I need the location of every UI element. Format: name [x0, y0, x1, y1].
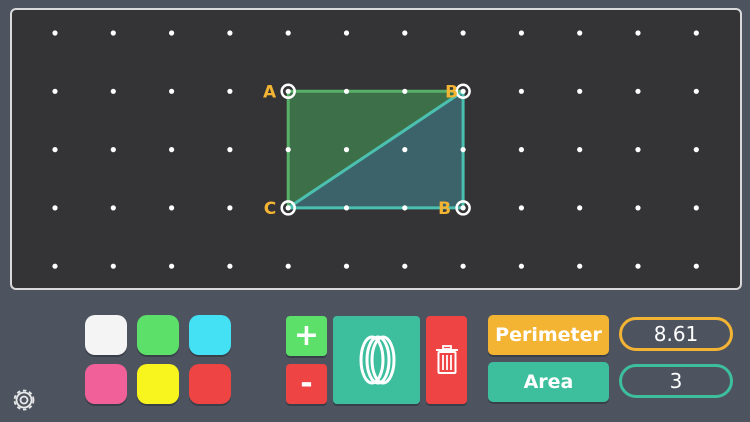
grid-peg[interactable] [285, 88, 291, 94]
area-value-display: 3 [619, 364, 733, 398]
vertex-label-A-top: A [263, 82, 277, 102]
grid-peg[interactable] [285, 147, 291, 153]
gear-icon [13, 389, 35, 411]
settings-button[interactable] [9, 385, 39, 415]
grid-peg[interactable] [110, 205, 116, 211]
grid-peg[interactable] [518, 30, 524, 36]
area-button[interactable]: Area [488, 362, 609, 402]
trash-icon [435, 345, 458, 374]
grid-peg[interactable] [52, 88, 58, 94]
grid-peg[interactable] [227, 205, 233, 211]
grid-peg[interactable] [635, 30, 641, 36]
rubber-band-button[interactable] [333, 316, 420, 404]
remove-band-button[interactable]: - [286, 364, 327, 404]
geoboard[interactable]: A B C B [10, 8, 742, 290]
grid-peg[interactable] [227, 147, 233, 153]
grid-peg[interactable] [343, 30, 350, 36]
area-value: 3 [669, 369, 683, 393]
grid-peg[interactable] [169, 205, 175, 211]
grid-peg[interactable] [52, 30, 58, 36]
grid-peg[interactable] [285, 263, 291, 269]
grid-peg[interactable] [110, 263, 116, 269]
grid-peg[interactable] [169, 147, 175, 153]
grid-peg[interactable] [402, 263, 408, 269]
color-swatch-green[interactable] [137, 315, 179, 355]
grid-peg[interactable] [693, 88, 699, 94]
grid-peg[interactable] [402, 205, 408, 211]
geoboard-canvas[interactable]: A B C B [12, 10, 740, 288]
perimeter-label: Perimeter [495, 324, 602, 346]
grid-peg[interactable] [460, 88, 466, 94]
perimeter-button[interactable]: Perimeter [488, 315, 609, 355]
grid-peg[interactable] [227, 30, 233, 36]
grid-peg[interactable] [110, 147, 116, 153]
grid-peg[interactable] [169, 88, 175, 94]
grid-peg[interactable] [518, 147, 524, 153]
grid-peg[interactable] [577, 30, 583, 36]
grid-peg[interactable] [169, 263, 175, 269]
vertex-label-B-top: B [445, 82, 458, 102]
color-swatch-cyan[interactable] [189, 315, 231, 355]
grid-peg[interactable] [693, 263, 699, 269]
delete-button[interactable] [426, 316, 467, 404]
grid-peg[interactable] [635, 205, 641, 211]
rubber-band-icon [359, 335, 395, 385]
color-swatch-white[interactable] [85, 315, 127, 355]
grid-peg[interactable] [52, 205, 58, 211]
grid-peg[interactable] [285, 30, 291, 36]
grid-peg[interactable] [285, 205, 291, 211]
grid-peg[interactable] [518, 263, 524, 269]
grid-peg[interactable] [227, 88, 233, 94]
grid-peg[interactable] [343, 147, 350, 153]
grid-peg[interactable] [577, 205, 583, 211]
grid-peg[interactable] [169, 30, 175, 36]
grid-peg[interactable] [52, 147, 58, 153]
color-swatch-pink[interactable] [85, 364, 127, 404]
plus-label: + [293, 318, 320, 353]
minus-label: - [300, 366, 313, 401]
grid-peg[interactable] [693, 205, 699, 211]
grid-peg[interactable] [635, 88, 641, 94]
grid-peg[interactable] [635, 147, 641, 153]
grid-peg[interactable] [518, 205, 524, 211]
grid-peg[interactable] [460, 30, 466, 36]
grid-peg[interactable] [460, 147, 466, 153]
grid-peg[interactable] [577, 263, 583, 269]
grid-peg[interactable] [693, 147, 699, 153]
grid-peg[interactable] [402, 147, 408, 153]
perimeter-value-display: 8.61 [619, 317, 733, 351]
perimeter-value: 8.61 [653, 322, 699, 346]
grid-peg[interactable] [343, 205, 350, 211]
grid-peg[interactable] [402, 30, 408, 36]
color-swatch-yellow[interactable] [137, 364, 179, 404]
grid-peg[interactable] [577, 88, 583, 94]
vertex-label-C: C [264, 199, 276, 219]
grid-peg[interactable] [227, 263, 233, 269]
area-label: Area [523, 371, 574, 393]
vertex-label-B-bottom: B [438, 199, 451, 219]
grid-peg[interactable] [518, 88, 524, 94]
grid-peg[interactable] [635, 263, 641, 269]
grid-peg[interactable] [693, 30, 699, 36]
grid-peg[interactable] [110, 30, 116, 36]
grid-peg[interactable] [460, 205, 466, 211]
grid-peg[interactable] [343, 88, 350, 94]
color-swatch-red[interactable] [189, 364, 231, 404]
grid-peg[interactable] [402, 88, 408, 94]
grid-peg[interactable] [343, 263, 350, 269]
grid-peg[interactable] [577, 147, 583, 153]
grid-peg[interactable] [52, 263, 58, 269]
grid-peg[interactable] [110, 88, 116, 94]
grid-peg[interactable] [460, 263, 466, 269]
add-band-button[interactable]: + [286, 316, 327, 356]
